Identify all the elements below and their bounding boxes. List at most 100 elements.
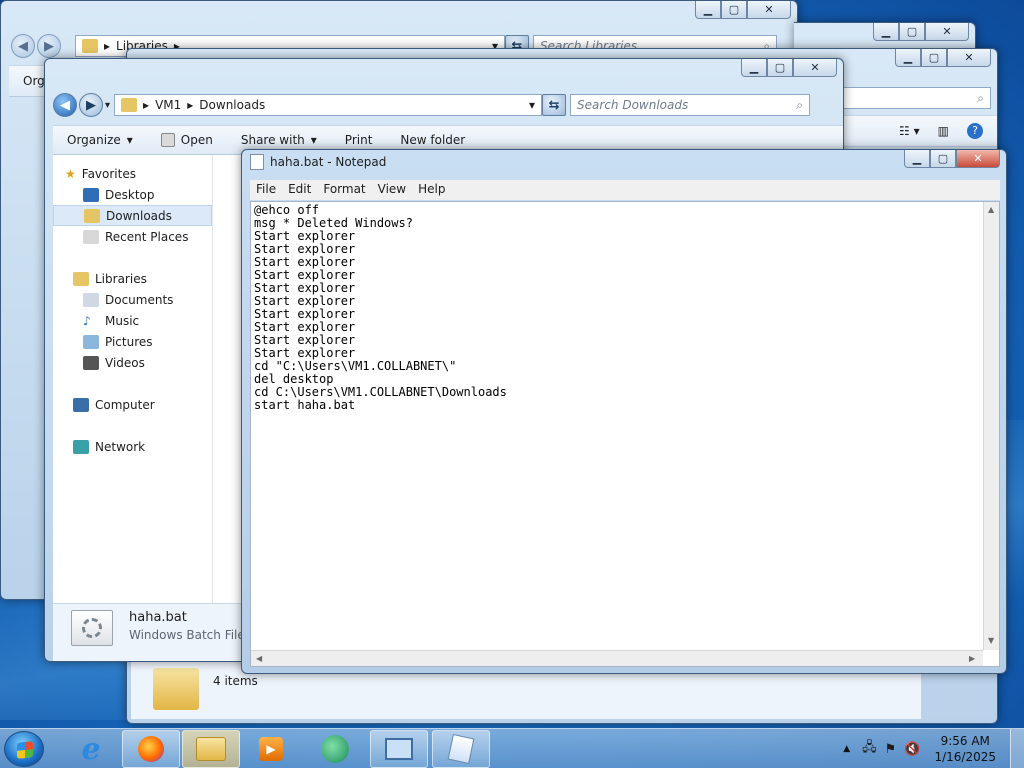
pictures-icon (83, 334, 99, 349)
notepad-text-area[interactable]: @ehco off msg * Deleted Windows? Start exp… (250, 201, 1000, 667)
share-with-button[interactable]: Share with ▾ (227, 133, 331, 147)
start-button[interactable] (4, 731, 44, 767)
downloads-address-bar[interactable]: ▸ VM1 ▸ Downloads ▾ (114, 94, 543, 116)
menu-format[interactable]: Format (317, 180, 371, 200)
minimize-button[interactable]: ▁ (895, 49, 921, 67)
minimize-button[interactable]: ▁ (904, 150, 930, 168)
close-button[interactable]: ✕ (747, 1, 791, 19)
text-line: cd C:\Users\VM1.COLLABNET\Downloads (254, 385, 507, 399)
nav-documents[interactable]: Documents (53, 289, 212, 310)
help-icon[interactable]: ? (967, 123, 983, 139)
view-options-icon[interactable]: ☷ ▾ (899, 124, 920, 138)
caption-buttons: ▁ ▢ ✕ (873, 23, 969, 41)
text-line: Start explorer (254, 320, 356, 334)
close-button[interactable]: ✕ (947, 49, 991, 67)
batch-file-icon (71, 610, 113, 646)
nav-recent-places[interactable]: Recent Places (53, 226, 212, 247)
breadcrumb-downloads[interactable]: Downloads (199, 98, 265, 112)
text-line: Start explorer (254, 333, 356, 347)
show-desktop-button[interactable] (1010, 729, 1024, 768)
scroll-down-arrow[interactable]: ▼ (988, 636, 994, 645)
open-button[interactable]: Open (147, 133, 227, 147)
close-button[interactable]: ✕ (793, 59, 837, 77)
search-downloads-input[interactable]: Search Downloads ⌕ (570, 94, 811, 116)
search-icon: ⌕ (796, 97, 804, 112)
minimize-button[interactable]: ▁ (873, 23, 899, 41)
clock[interactable]: 9:56 AM 1/16/2025 (920, 733, 1010, 765)
scroll-up-arrow[interactable]: ▲ (988, 205, 994, 214)
search-input[interactable]: ⌕ (839, 87, 991, 109)
computer-icon (73, 397, 89, 412)
action-center-flag-icon[interactable]: ⚑ (885, 742, 897, 757)
close-button[interactable]: ✕ (925, 23, 969, 41)
volume-muted-icon[interactable]: 🔇 (904, 742, 920, 757)
menu-view[interactable]: View (372, 180, 412, 200)
forward-button[interactable]: ▶ (79, 93, 103, 117)
breadcrumb-vm1[interactable]: VM1 (155, 98, 181, 112)
chevron-down-icon[interactable]: ▾ (529, 98, 535, 112)
firefox-icon (138, 736, 164, 762)
close-button[interactable]: ✕ (956, 150, 1000, 168)
caption-buttons: ▁ ▢ ✕ (895, 49, 991, 67)
nav-favorites[interactable]: ★ Favorites (53, 163, 212, 184)
scroll-left-arrow[interactable]: ◀ (256, 654, 262, 663)
notepad-window[interactable]: haha.bat - Notepad ▁ ▢ ✕ File Edit Forma… (241, 149, 1007, 674)
recent-places-icon (83, 229, 99, 244)
refresh-icon[interactable]: ⇆ (542, 94, 567, 116)
menu-help[interactable]: Help (412, 180, 451, 200)
organize-button[interactable]: Organize ▾ (53, 133, 147, 147)
text-line: Start explorer (254, 242, 356, 256)
maximize-button[interactable]: ▢ (767, 59, 793, 77)
recent-pages-icon[interactable]: ▾ (105, 100, 110, 111)
text-line: start haha.bat (254, 398, 356, 412)
windows-logo-icon (17, 741, 33, 759)
file-explorer-icon (196, 737, 226, 761)
nav-network[interactable]: Network (53, 436, 212, 457)
maximize-button[interactable]: ▢ (721, 1, 747, 19)
scroll-right-arrow[interactable]: ▶ (969, 654, 975, 663)
horizontal-scrollbar[interactable]: ◀ ▶ (251, 650, 983, 666)
taskbar-notepad[interactable] (432, 730, 490, 768)
libraries-icon (73, 271, 89, 286)
taskbar-internet-explorer[interactable]: e (62, 730, 120, 768)
nav-pictures[interactable]: Pictures (53, 331, 212, 352)
preview-pane-icon[interactable]: ▥ (938, 124, 949, 138)
clock-date: 1/16/2025 (934, 750, 996, 764)
selected-file-name: haha.bat (129, 610, 187, 625)
nav-desktop[interactable]: Desktop (53, 184, 212, 205)
notepad-icon (447, 733, 475, 765)
menu-edit[interactable]: Edit (282, 180, 317, 200)
menu-file[interactable]: File (250, 180, 282, 200)
maximize-button[interactable]: ▢ (921, 49, 947, 67)
folder-chevron-icon: ▸ (104, 39, 111, 53)
forward-button[interactable]: ▶ (37, 34, 61, 58)
taskbar-firefox[interactable] (122, 730, 180, 768)
new-folder-button[interactable]: New folder (386, 133, 479, 147)
selected-file-type: Windows Batch File (129, 628, 245, 642)
vertical-scrollbar[interactable]: ▲ ▼ (983, 202, 999, 650)
maximize-button[interactable]: ▢ (899, 23, 925, 41)
network-status-icon[interactable]: 🖧 (862, 738, 877, 760)
taskbar-file-explorer[interactable] (182, 730, 240, 768)
taskbar-remote-desktop[interactable] (370, 730, 428, 768)
minimize-button[interactable]: ▁ (695, 1, 721, 19)
print-button[interactable]: Print (331, 133, 387, 147)
taskbar-media-center[interactable] (306, 730, 364, 768)
text-line: Start explorer (254, 268, 356, 282)
nav-computer[interactable]: Computer (53, 394, 212, 415)
notepad-title-bar[interactable]: haha.bat - Notepad (250, 154, 386, 170)
nav-music[interactable]: ♪ Music (53, 310, 212, 331)
minimize-button[interactable]: ▁ (741, 59, 767, 77)
text-line: cd "C:\Users\VM1.COLLABNET\" (254, 359, 457, 373)
show-hidden-icons[interactable]: ▲ (843, 744, 850, 754)
taskbar-media-player[interactable]: ▶ (242, 730, 300, 768)
downloads-address-row: ◀ ▶ ▾ ▸ VM1 ▸ Downloads ▾ ⇆ Search Downl… (53, 93, 811, 117)
folder-chevron-icon: ▸ (187, 98, 194, 112)
text-line: Start explorer (254, 255, 356, 269)
back-button[interactable]: ◀ (53, 93, 77, 117)
nav-videos[interactable]: Videos (53, 352, 212, 373)
back-button[interactable]: ◀ (11, 34, 35, 58)
nav-downloads[interactable]: Downloads (53, 205, 212, 226)
nav-libraries[interactable]: Libraries (53, 268, 212, 289)
maximize-button[interactable]: ▢ (930, 150, 956, 168)
